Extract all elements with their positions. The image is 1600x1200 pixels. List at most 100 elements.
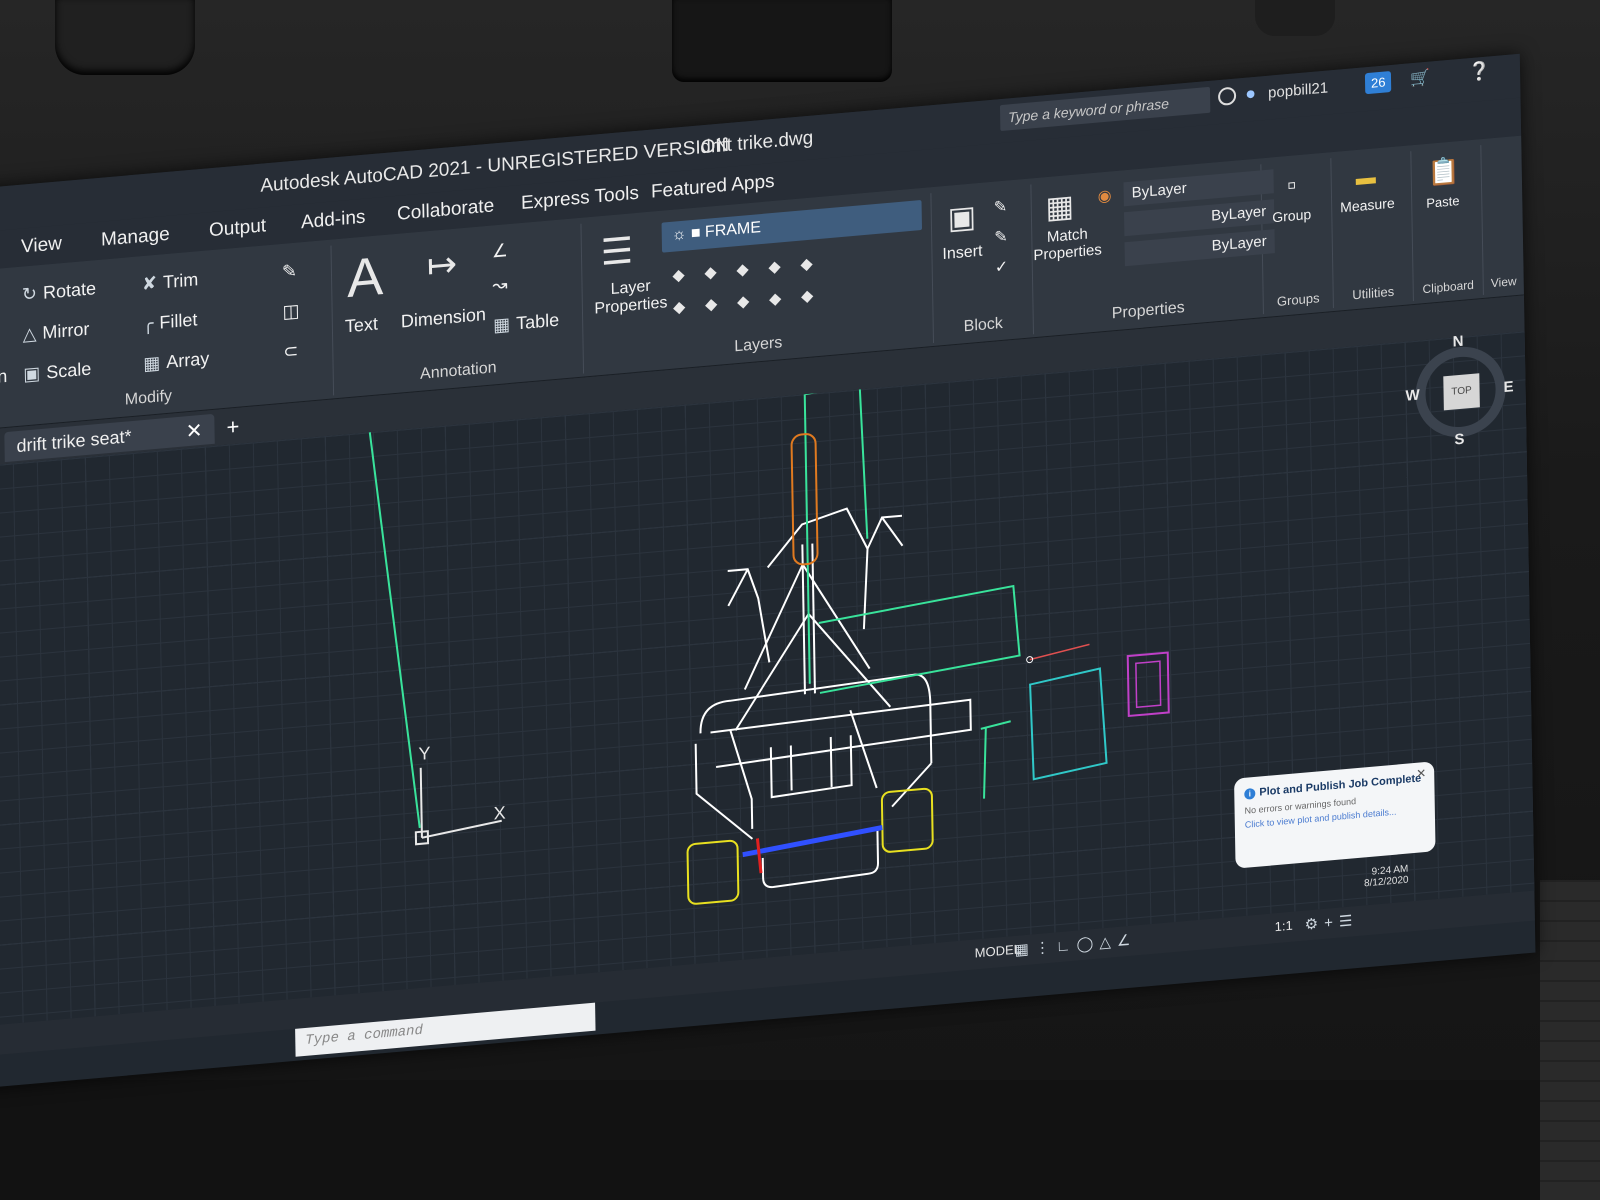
layer-walk-icon[interactable]: ◆	[801, 285, 821, 307]
match-properties-icon[interactable]: ▦	[1040, 188, 1081, 226]
ortho-icon[interactable]: ∟	[1056, 937, 1077, 956]
trim-button[interactable]: ✘ Trim	[142, 269, 199, 295]
create-block-icon[interactable]: ✎	[994, 197, 1008, 218]
status-tools[interactable]: ⚙+☰	[1305, 911, 1359, 934]
search-icon[interactable]	[1217, 86, 1237, 107]
view-panel-label[interactable]: View	[1484, 273, 1524, 290]
user-name[interactable]: popbill21	[1268, 79, 1328, 101]
table-button[interactable]: ▦ Table	[493, 310, 559, 337]
viewcube-west[interactable]: W	[1405, 387, 1419, 405]
status-toggles[interactable]: ▦⋮∟◯△∠	[1015, 930, 1137, 959]
paste-button[interactable]: Paste	[1426, 193, 1460, 211]
group-button[interactable]: Group	[1272, 206, 1311, 225]
layer-match-icon[interactable]: ◆	[800, 253, 820, 275]
dimension-icon[interactable]: ↦	[412, 241, 473, 288]
text-button[interactable]: Text	[345, 314, 378, 338]
ucs-x-label: X	[493, 802, 505, 823]
stretch-button-partial[interactable]: retch	[0, 366, 8, 390]
annotation-scale[interactable]: 1:1	[1275, 918, 1293, 935]
layer-unisolate-icon[interactable]: ◆	[705, 293, 725, 315]
trike-frame	[694, 507, 972, 889]
measure-icon[interactable]: ▬	[1346, 165, 1386, 191]
plus-icon[interactable]: +	[1324, 914, 1339, 932]
array-button[interactable]: ▦ Array	[143, 348, 209, 375]
offset-icon[interactable]: ⊂	[283, 340, 298, 362]
paste-icon[interactable]: 📋	[1423, 155, 1464, 189]
polar-icon[interactable]: ◯	[1076, 935, 1099, 954]
clipboard-panel-label[interactable]: Clipboard	[1414, 277, 1483, 297]
osnap-icon[interactable]: △	[1099, 933, 1117, 952]
multileader-icon[interactable]: ↝	[492, 274, 507, 296]
tab-manage[interactable]: Manage	[101, 224, 170, 252]
viewcube[interactable]: TOP N S E W	[1405, 332, 1517, 451]
layer-properties-button[interactable]: Layer Properties	[590, 276, 671, 319]
measure-button[interactable]: Measure	[1340, 195, 1395, 216]
text-icon[interactable]: A	[340, 244, 391, 310]
axle-housing	[761, 827, 880, 889]
viewcube-east[interactable]: E	[1503, 378, 1513, 396]
scale-button[interactable]: ▣ Scale	[23, 359, 91, 386]
annotation-panel: A Text ↦ Dimension ∠ ↝ ▦ Table Annotation	[331, 223, 585, 396]
layer-previous-icon[interactable]: ◆	[673, 296, 693, 318]
tab-express-tools[interactable]: Express Tools	[521, 183, 639, 215]
close-icon[interactable]: ✕	[1416, 766, 1426, 781]
rotate-button[interactable]: ↻ Rotate	[22, 278, 96, 305]
user-icon[interactable]: ●	[1245, 83, 1256, 105]
block-panel-label[interactable]: Block	[934, 312, 1033, 339]
bezel-latch-center	[672, 0, 892, 82]
layer-lock-icon[interactable]: ◆	[768, 256, 788, 278]
close-icon[interactable]: ✕	[186, 418, 203, 444]
tab-view[interactable]: View	[21, 233, 62, 259]
steering-lines	[803, 383, 1021, 799]
new-tab-button[interactable]: +	[226, 414, 239, 441]
erase-icon[interactable]: ✎	[282, 261, 297, 283]
utilities-panel-label[interactable]: Utilities	[1334, 282, 1413, 304]
y-axis-line	[368, 432, 421, 829]
system-clock[interactable]: 9:24 AM 8/12/2020	[1364, 864, 1409, 890]
plot-publish-notification[interactable]: ✕ i Plot and Publish Job Complete No erro…	[1234, 761, 1436, 869]
leader-icon[interactable]: ∠	[492, 240, 509, 262]
lineweight-dropdown[interactable]: ByLayer	[1124, 229, 1275, 267]
layer-unlock-icon[interactable]: ◆	[769, 288, 789, 310]
view-panel: View	[1481, 142, 1524, 295]
cart-icon[interactable]: 🛒	[1410, 68, 1430, 90]
attribute-icon[interactable]: ✓	[995, 256, 1009, 277]
insert-icon[interactable]: ▣	[942, 199, 983, 237]
layer-properties-icon[interactable]: ☰	[592, 228, 643, 274]
tab-featured-apps[interactable]: Featured Apps	[651, 171, 775, 204]
layer-off-icon[interactable]: ◆	[672, 264, 692, 286]
tab-collaborate[interactable]: Collaborate	[397, 195, 495, 225]
viewcube-south[interactable]: S	[1454, 431, 1464, 449]
help-icon[interactable]: ❔	[1468, 60, 1491, 83]
ucs-icon	[414, 767, 502, 846]
layer-thaw-icon[interactable]: ◆	[737, 290, 757, 312]
layer-dropdown[interactable]: ☼ ■ FRAME	[661, 199, 923, 253]
group-icon[interactable]: ▫	[1271, 168, 1312, 202]
customize-icon[interactable]: ☰	[1339, 912, 1359, 931]
layer-freeze-icon[interactable]: ◆	[736, 258, 756, 280]
tab-add-ins[interactable]: Add-ins	[301, 207, 366, 235]
dimension-button[interactable]: Dimension	[401, 304, 486, 332]
snap-icon[interactable]: ⋮	[1035, 938, 1056, 957]
rotate-icon: ↻	[21, 283, 38, 305]
otrack-icon[interactable]: ∠	[1117, 931, 1137, 950]
mirror-button[interactable]: △ Mirror	[22, 319, 89, 346]
gear-icon[interactable]: ⚙	[1305, 915, 1325, 934]
fillet-button[interactable]: ╭ Fillet	[142, 309, 197, 335]
groups-panel-label[interactable]: Groups	[1264, 289, 1333, 310]
notification-badge[interactable]: 26	[1364, 70, 1392, 95]
viewcube-top-face[interactable]: TOP	[1443, 373, 1480, 411]
viewcube-north[interactable]: N	[1453, 333, 1464, 351]
info-icon: i	[1244, 787, 1256, 800]
color-wheel-icon[interactable]: ◉	[1098, 185, 1112, 206]
insert-button[interactable]: Insert	[942, 243, 982, 264]
tab-output[interactable]: Output	[209, 215, 266, 242]
explode-icon[interactable]: ◫	[282, 300, 299, 322]
scale-label: Scale	[46, 358, 92, 383]
grid-icon[interactable]: ▦	[1015, 940, 1035, 959]
fillet-label: Fillet	[159, 309, 198, 333]
edit-block-icon[interactable]: ✎	[994, 226, 1008, 247]
match-properties-button[interactable]: Match Properties	[1032, 224, 1103, 264]
layer-isolate-icon[interactable]: ◆	[704, 261, 724, 283]
file-name: drift trike.dwg	[700, 127, 814, 159]
